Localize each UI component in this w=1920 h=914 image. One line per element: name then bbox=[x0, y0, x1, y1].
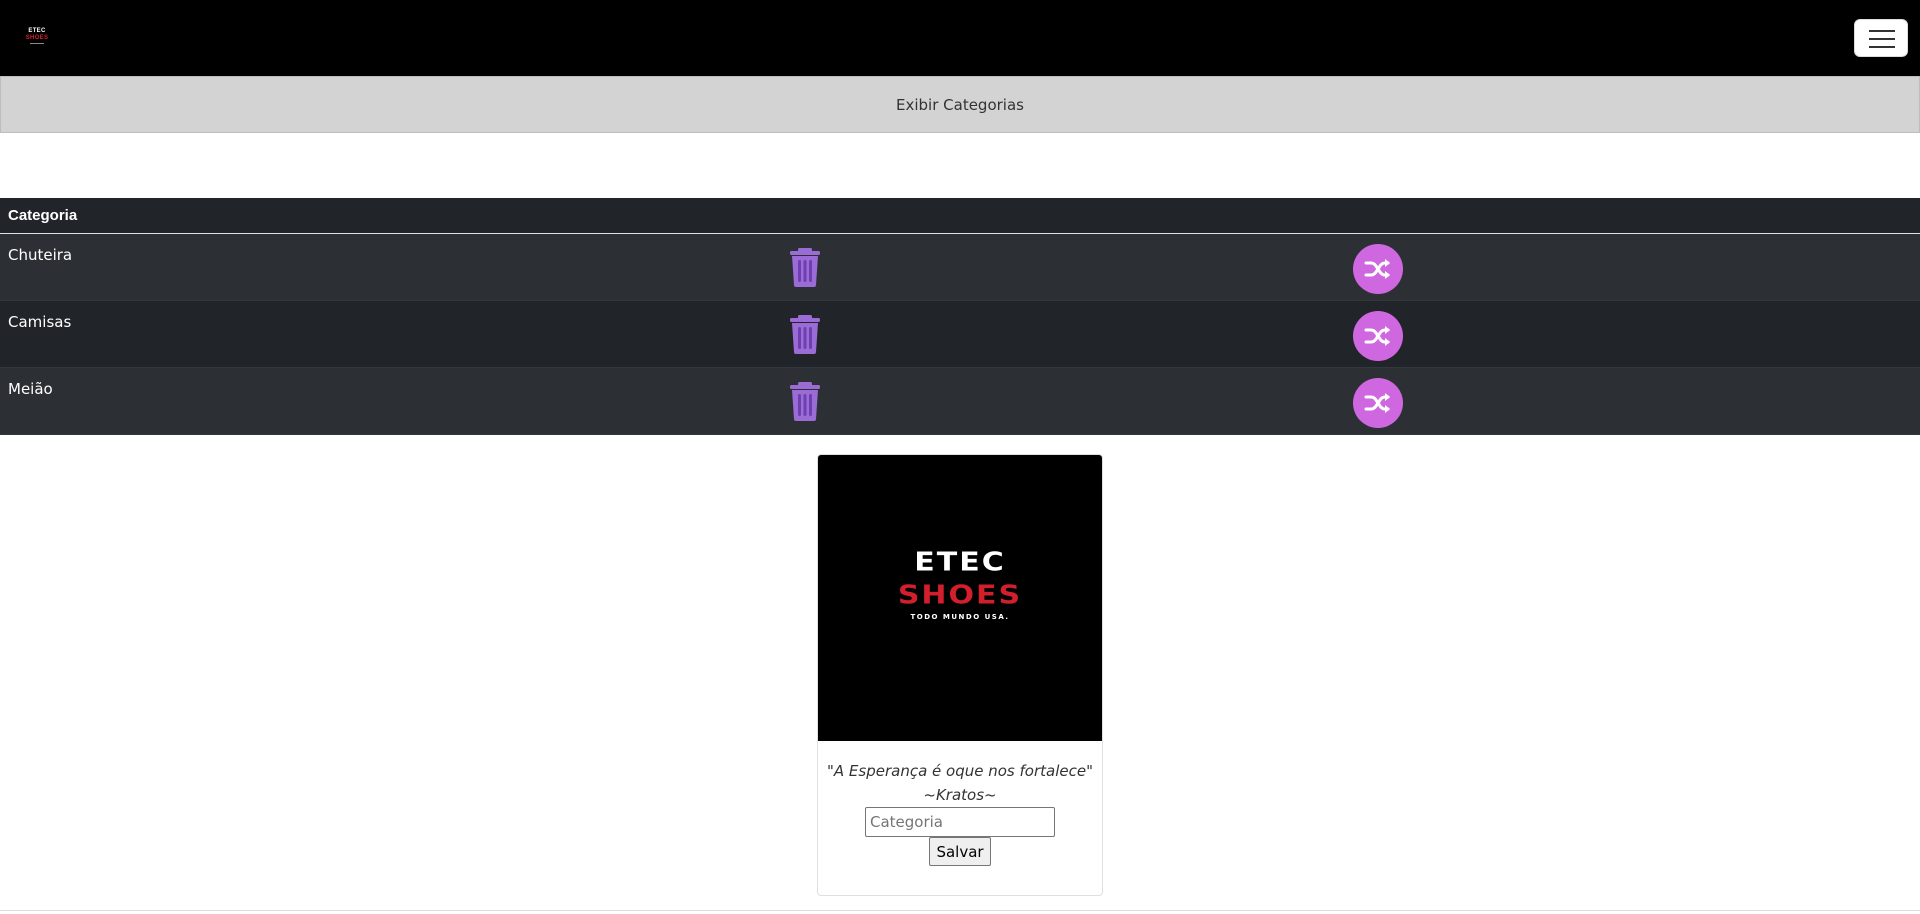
shuffle-button[interactable] bbox=[1353, 378, 1403, 428]
category-input[interactable] bbox=[865, 807, 1055, 837]
category-name: Camisas bbox=[8, 313, 72, 331]
menu-toggle-button[interactable] bbox=[1854, 19, 1908, 57]
quote-author: ~Kratos~ bbox=[923, 786, 997, 804]
brand-tagline: TODO MUNDO USA. bbox=[910, 613, 1010, 621]
table-row: Meião bbox=[0, 368, 1920, 435]
shuffle-button[interactable] bbox=[1353, 311, 1403, 361]
logo-line-etec: ETEC bbox=[28, 28, 46, 34]
brand-logo[interactable]: ETEC SHOES bbox=[20, 28, 54, 44]
table-row: Chuteira bbox=[0, 234, 1920, 301]
brand-line-etec: ETEC bbox=[914, 547, 1006, 578]
shuffle-icon bbox=[1364, 259, 1390, 279]
divider bbox=[0, 910, 1920, 911]
categories-table: Categoria Chuteira Camisas Meião bbox=[0, 198, 1920, 435]
trash-icon[interactable] bbox=[789, 314, 821, 354]
table-row: Camisas bbox=[0, 301, 1920, 368]
show-categories-button[interactable]: Exibir Categorias bbox=[0, 76, 1920, 133]
category-form-card: ETEC SHOES TODO MUNDO USA. "A Esperança … bbox=[817, 454, 1103, 896]
trash-icon[interactable] bbox=[789, 247, 821, 287]
save-button[interactable]: Salvar bbox=[929, 837, 991, 866]
category-name: Meião bbox=[8, 380, 53, 398]
brand-line-shoes: SHOES bbox=[897, 580, 1023, 611]
brand-image: ETEC SHOES TODO MUNDO USA. bbox=[818, 455, 1102, 741]
shuffle-button[interactable] bbox=[1353, 244, 1403, 294]
quote-text: "A Esperança é oque nos fortalece" bbox=[827, 762, 1093, 780]
table-header-category: Categoria bbox=[0, 198, 1920, 234]
shuffle-icon bbox=[1364, 393, 1390, 413]
logo-underline bbox=[30, 43, 44, 44]
category-name: Chuteira bbox=[8, 246, 73, 264]
logo-line-shoes: SHOES bbox=[25, 35, 49, 41]
trash-icon[interactable] bbox=[789, 381, 821, 421]
card-body: "A Esperança é oque nos fortalece" ~Krat… bbox=[818, 741, 1102, 866]
hamburger-icon bbox=[1869, 46, 1895, 48]
navbar: ETEC SHOES bbox=[0, 0, 1920, 76]
shuffle-icon bbox=[1364, 326, 1390, 346]
hamburger-icon bbox=[1869, 38, 1895, 40]
hamburger-icon bbox=[1869, 30, 1895, 32]
